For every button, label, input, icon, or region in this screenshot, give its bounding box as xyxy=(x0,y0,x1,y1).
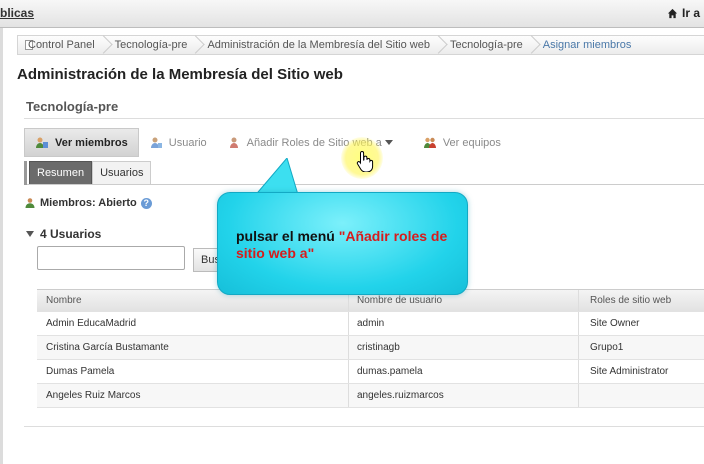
callout-text: pulsar el menú "Añadir roles de sitio we… xyxy=(236,228,456,262)
users-count: 4 Usuarios xyxy=(40,227,102,241)
cell-roles: Site Administrator xyxy=(578,360,704,383)
view-teams-label: Ver equipos xyxy=(442,136,501,149)
cell-roles: Grupo1 xyxy=(578,336,704,359)
table-row[interactable]: Angeles Ruiz Marcos angeles.ruizmarcos xyxy=(37,384,704,408)
hand-cursor-icon xyxy=(356,150,374,172)
members-status: Miembros: Abierto ? xyxy=(24,197,152,209)
portal-link[interactable]: blicas xyxy=(0,6,34,20)
go-to-label: Ir a xyxy=(681,6,700,20)
tab-users[interactable]: Usuarios xyxy=(92,161,152,184)
view-teams-button[interactable]: Ver equipos xyxy=(413,128,511,157)
tab-bar-edge xyxy=(24,161,27,185)
go-to-menu[interactable]: Ir a xyxy=(667,6,700,20)
breadcrumb-item[interactable]: Tecnología-pre xyxy=(440,36,533,54)
users-section-toggle[interactable]: 4 Usuarios xyxy=(26,227,101,241)
table-row[interactable]: Admin EducaMadrid admin Site Owner xyxy=(37,312,704,336)
view-members-label: Ver miembros xyxy=(55,136,128,149)
cell-name: Dumas Pamela xyxy=(46,366,115,377)
table-row[interactable]: Cristina García Bustamante cristinagb Gr… xyxy=(37,336,704,360)
cell-username: admin xyxy=(348,312,578,335)
cell-name: Cristina García Bustamante xyxy=(46,342,169,353)
view-members-button[interactable]: Ver miembros xyxy=(24,128,139,157)
divider xyxy=(24,118,704,119)
cell-name: Admin EducaMadrid xyxy=(46,318,137,329)
cell-roles: Site Owner xyxy=(578,312,704,335)
search-input[interactable] xyxy=(37,246,185,270)
breadcrumb-item[interactable]: Control Panel xyxy=(18,36,105,54)
cell-name: Angeles Ruiz Marcos xyxy=(46,390,141,401)
breadcrumb-item-current[interactable]: Asignar miembros xyxy=(533,36,642,54)
user-icon xyxy=(150,137,162,148)
users-table: Nombre Nombre de usuario Roles de sitio … xyxy=(37,289,704,408)
members-icon xyxy=(25,198,35,208)
cell-username: dumas.pamela xyxy=(348,360,578,383)
cell-roles xyxy=(578,384,704,407)
user-button[interactable]: Usuario xyxy=(139,128,217,157)
collapse-arrow-icon xyxy=(26,231,34,237)
user-group-icon xyxy=(36,137,48,148)
page-title: Administración de la Membresía del Sitio… xyxy=(17,66,343,83)
teams-icon xyxy=(423,137,436,148)
callout-text-plain: pulsar el menú xyxy=(236,228,339,244)
breadcrumb: Control Panel Tecnología-pre Administrac… xyxy=(17,35,704,55)
add-role-icon xyxy=(229,137,238,148)
top-bar: blicas Ir a xyxy=(0,0,704,28)
column-header-roles[interactable]: Roles de sitio web xyxy=(578,290,704,311)
divider xyxy=(24,426,704,427)
breadcrumb-item[interactable]: Administración de la Membresía del Sitio… xyxy=(197,36,440,54)
table-row[interactable]: Dumas Pamela dumas.pamela Site Administr… xyxy=(37,360,704,384)
help-icon[interactable]: ? xyxy=(140,197,152,209)
tab-summary[interactable]: Resumen xyxy=(29,161,93,184)
user-label: Usuario xyxy=(168,136,207,149)
cell-username: angeles.ruizmarcos xyxy=(348,384,578,407)
home-icon xyxy=(667,8,678,18)
cell-username: cristinagb xyxy=(348,336,578,359)
site-name: Tecnología-pre xyxy=(26,99,119,114)
chevron-down-icon xyxy=(384,140,393,145)
members-label: Miembros: Abierto xyxy=(40,197,137,209)
left-edge xyxy=(0,28,3,464)
tutorial-callout: pulsar el menú "Añadir roles de sitio we… xyxy=(217,192,468,295)
breadcrumb-item[interactable]: Tecnología-pre xyxy=(105,36,198,54)
